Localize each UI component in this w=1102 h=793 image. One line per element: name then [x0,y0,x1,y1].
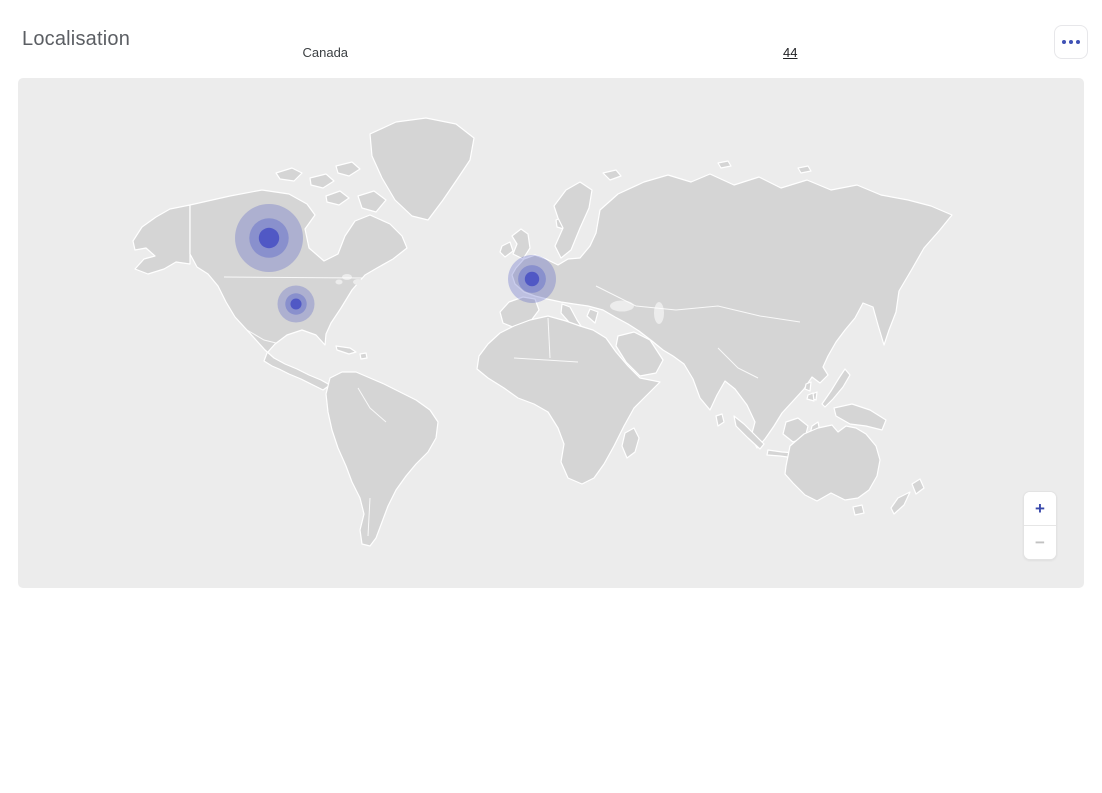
widget-header: Localisation [0,0,1102,78]
map-bubble-united-states[interactable] [278,286,315,323]
map-bubble-canada[interactable] [235,204,303,272]
more-horizontal-icon [1069,40,1073,44]
localisation-widget: Localisation [0,0,1102,793]
world-map[interactable] [18,78,1084,588]
map-bubble-france[interactable] [508,255,556,303]
map-zoom-control: + − [1023,491,1057,560]
more-options-button[interactable] [1054,25,1088,59]
world-map-container[interactable]: + − [18,78,1084,588]
more-horizontal-icon [1076,40,1080,44]
bubble-circle [259,228,279,248]
zoom-out-button[interactable]: − [1024,526,1056,559]
zoom-in-button[interactable]: + [1024,492,1056,526]
more-horizontal-icon [1062,40,1066,44]
bubble-circle [525,272,539,286]
bubble-circle [290,298,301,309]
continents [133,118,952,546]
widget-title: Localisation [22,28,130,51]
